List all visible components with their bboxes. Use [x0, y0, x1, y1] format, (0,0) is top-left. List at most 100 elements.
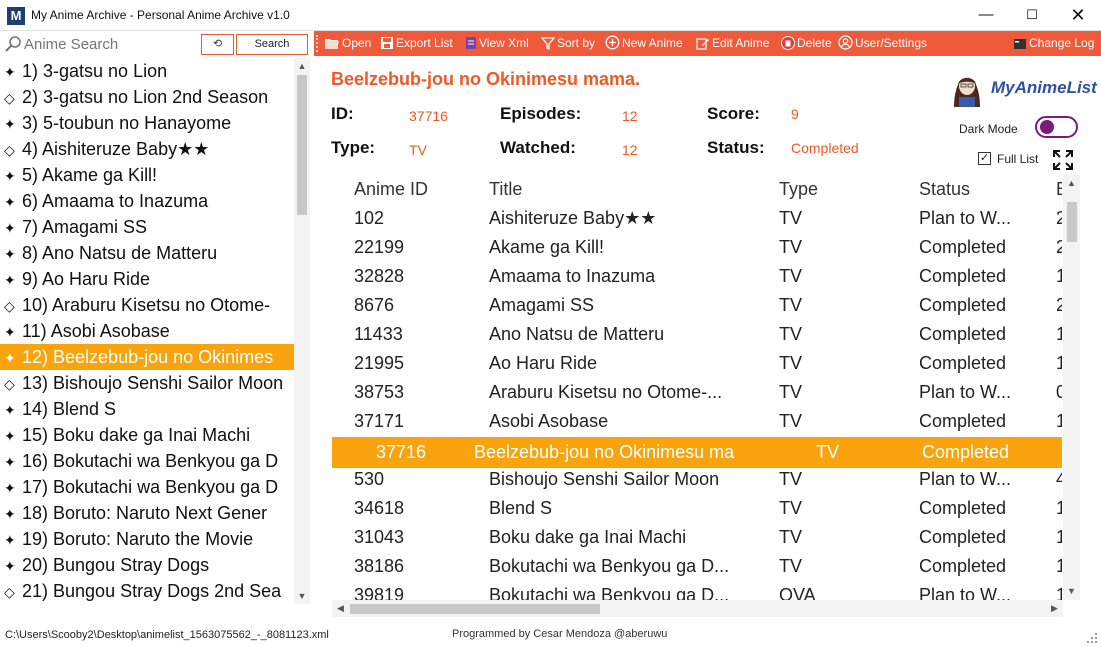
delete-button[interactable]: Delete: [781, 35, 832, 52]
anime-list-item[interactable]: ✦ 9) Ao Haru Ride: [0, 266, 294, 292]
new-anime-button[interactable]: New Anime: [605, 35, 683, 52]
anime-list-item[interactable]: ◇ 13) Bishoujo Senshi Sailor Moon: [0, 370, 294, 396]
table-cell: 1: [1056, 556, 1062, 576]
grid-vscroll-thumb[interactable]: [1067, 202, 1077, 242]
search-input[interactable]: [24, 34, 196, 54]
grid-horizontal-scrollbar[interactable]: ◀ ▶: [332, 600, 1063, 617]
anime-list-scrollbar[interactable]: ▲ ▼: [294, 58, 310, 604]
scroll-thumb[interactable]: [297, 75, 307, 215]
list-bullet-icon: ✦: [4, 64, 16, 80]
resize-grip-icon[interactable]: [1086, 632, 1098, 644]
anime-list-item[interactable]: ✦ 8) Ano Natsu de Matteru: [0, 240, 294, 266]
sort-by-button[interactable]: Sort by: [541, 35, 595, 52]
anime-list-label: 12) Beelzebub-jou no Okinimes: [22, 347, 274, 367]
table-cell: Plan to W...: [919, 585, 1012, 600]
anime-list-item[interactable]: ✦ 16) Bokutachi wa Benkyou ga D: [0, 448, 294, 474]
anime-list-item[interactable]: ✦ 5) Akame ga Kill!: [0, 162, 294, 188]
edit-anime-button[interactable]: Edit Anime: [696, 35, 769, 52]
anime-list-item[interactable]: ✦ 14) Blend S: [0, 396, 294, 422]
column-header[interactable]: Type: [779, 175, 818, 204]
maximize-button[interactable]: ☐: [1009, 0, 1055, 31]
score-label: Score:: [707, 104, 760, 123]
anime-list-item[interactable]: ✦ 17) Bokutachi wa Benkyou ga D: [0, 474, 294, 500]
anime-list-item[interactable]: ◇ 10) Araburu Kisetsu no Otome-: [0, 292, 294, 318]
table-row[interactable]: 39819 Bokutachi wa Benkyou ga D... OVA Plan…: [332, 581, 1062, 600]
anime-list-item[interactable]: ✦ 20) Bungou Stray Dogs: [0, 552, 294, 578]
table-cell: TV: [779, 498, 803, 518]
table-row[interactable]: 102 Aishiteruze Baby★★ TV Plan to W... 2: [332, 204, 1062, 233]
anime-list-item[interactable]: ✦ 11) Asobi Asobase: [0, 318, 294, 344]
anime-list-item[interactable]: ◇ 2) 3-gatsu no Lion 2nd Season: [0, 84, 294, 110]
status-label: Status:: [707, 138, 765, 157]
anime-list-item[interactable]: ✦ 15) Boku dake ga Inai Machi: [0, 422, 294, 448]
table-row[interactable]: 21995 Ao Haru Ride TV Completed 1: [332, 349, 1062, 378]
column-header[interactable]: Status: [919, 175, 970, 204]
table-cell: Completed: [919, 353, 1007, 373]
anime-list-item[interactable]: ✦ 7) Amagami SS: [0, 214, 294, 240]
table-row[interactable]: 38186 Bokutachi wa Benkyou ga D... TV Compl…: [332, 552, 1062, 581]
table-row[interactable]: 38753 Araburu Kisetsu no Otome-... TV Plan …: [332, 378, 1062, 407]
change-log-button[interactable]: Change Log: [1013, 35, 1094, 52]
table-row[interactable]: 8676 Amagami SS TV Completed 2: [332, 291, 1062, 320]
grid-hscroll-thumb[interactable]: [350, 604, 600, 614]
anime-list-item[interactable]: ✦ 12) Beelzebub-jou no Okinimes: [0, 344, 294, 370]
reset-search-button[interactable]: ⟲: [201, 34, 234, 55]
table-row[interactable]: 530 Bishoujo Senshi Sailor Moon TV Plan to …: [332, 465, 1062, 494]
table-cell: 0: [1056, 382, 1062, 402]
grid-vertical-scrollbar[interactable]: ▲ ▼: [1063, 175, 1080, 600]
anime-list-item[interactable]: ✦ 19) Boruto: Naruto the Movie: [0, 526, 294, 552]
table-row[interactable]: 11433 Ano Natsu de Matteru TV Completed 1: [332, 320, 1062, 349]
scroll-up-arrow[interactable]: ▲: [294, 58, 310, 74]
export-list-button[interactable]: Export List: [380, 35, 453, 52]
grid-scroll-down-arrow[interactable]: ▼: [1063, 583, 1080, 600]
table-cell: Plan to W...: [919, 469, 1012, 489]
type-value: TV: [409, 142, 427, 158]
table-cell: 1: [1056, 498, 1062, 518]
column-header[interactable]: E: [1056, 175, 1062, 204]
list-bullet-icon: ✦: [4, 558, 16, 574]
grid-scroll-right-arrow[interactable]: ▶: [1046, 600, 1063, 617]
list-bullet-icon: ◇: [4, 584, 15, 600]
anime-list-item[interactable]: ✦ 6) Amaama to Inazuma: [0, 188, 294, 214]
close-button[interactable]: ✕: [1055, 0, 1101, 31]
table-row[interactable]: 22199 Akame ga Kill! TV Completed 2: [332, 233, 1062, 262]
dark-mode-toggle[interactable]: [1035, 116, 1078, 138]
column-header[interactable]: Title: [489, 175, 522, 204]
credit-text: Programmed by Cesar Mendoza @aberuwu: [452, 628, 668, 640]
full-list-checkbox[interactable]: ✓: [978, 152, 991, 165]
table-cell: 37171: [354, 411, 405, 431]
column-header[interactable]: Anime ID: [354, 175, 428, 204]
table-row[interactable]: 37716 Beelzebub-jou no Okinimesu ma TV Comp…: [332, 437, 1062, 468]
user-settings-button[interactable]: User/Settings: [838, 35, 927, 52]
table-cell: Ao Haru Ride: [489, 353, 598, 373]
expand-icon[interactable]: [1052, 149, 1074, 171]
anime-list-item[interactable]: ✦ 1) 3-gatsu no Lion: [0, 58, 294, 84]
scroll-down-arrow[interactable]: ▼: [294, 588, 310, 604]
anime-list[interactable]: ✦ 1) 3-gatsu no Lion ◇ 2) 3-gatsu no Lion 2…: [0, 58, 294, 604]
full-list-label: Full List: [997, 152, 1039, 166]
anime-list-item[interactable]: ◇ 4) Aishiteruze Baby★★: [0, 136, 294, 162]
table-row[interactable]: 34618 Blend S TV Completed 1: [332, 494, 1062, 523]
score-value: 9: [791, 106, 799, 122]
search-button[interactable]: Search: [236, 34, 308, 55]
view-xml-button[interactable]: View Xml: [465, 35, 529, 52]
table-cell: Araburu Kisetsu no Otome-...: [489, 382, 723, 402]
table-row[interactable]: 31043 Boku dake ga Inai Machi TV Completed 1: [332, 523, 1062, 552]
anime-list-item[interactable]: ✦ 3) 5-toubun no Hanayome: [0, 110, 294, 136]
myanimelist-logo[interactable]: MyAnimeList: [991, 78, 1097, 98]
minimize-button[interactable]: —: [963, 0, 1009, 31]
watched-label: Watched:: [500, 138, 576, 157]
grid-scroll-up-arrow[interactable]: ▲: [1063, 175, 1080, 192]
table-row[interactable]: 32828 Amaama to Inazuma TV Completed 1: [332, 262, 1062, 291]
list-bullet-icon: ◇: [4, 142, 15, 158]
anime-grid[interactable]: Anime ID Title Type Status E102Aishiteruze B…: [332, 175, 1062, 600]
table-cell: [1056, 437, 1062, 468]
open-button[interactable]: Open: [324, 35, 371, 52]
list-bullet-icon: ✦: [4, 272, 16, 288]
anime-list-item[interactable]: ◇ 21) Bungou Stray Dogs 2nd Sea: [0, 578, 294, 604]
table-cell: 1: [1056, 585, 1062, 600]
table-row[interactable]: 37171 Asobi Asobase TV Completed 1: [332, 407, 1062, 436]
table-cell: 32828: [354, 266, 405, 286]
anime-list-item[interactable]: ✦ 18) Boruto: Naruto Next Gener: [0, 500, 294, 526]
grid-scroll-left-arrow[interactable]: ◀: [332, 600, 349, 617]
